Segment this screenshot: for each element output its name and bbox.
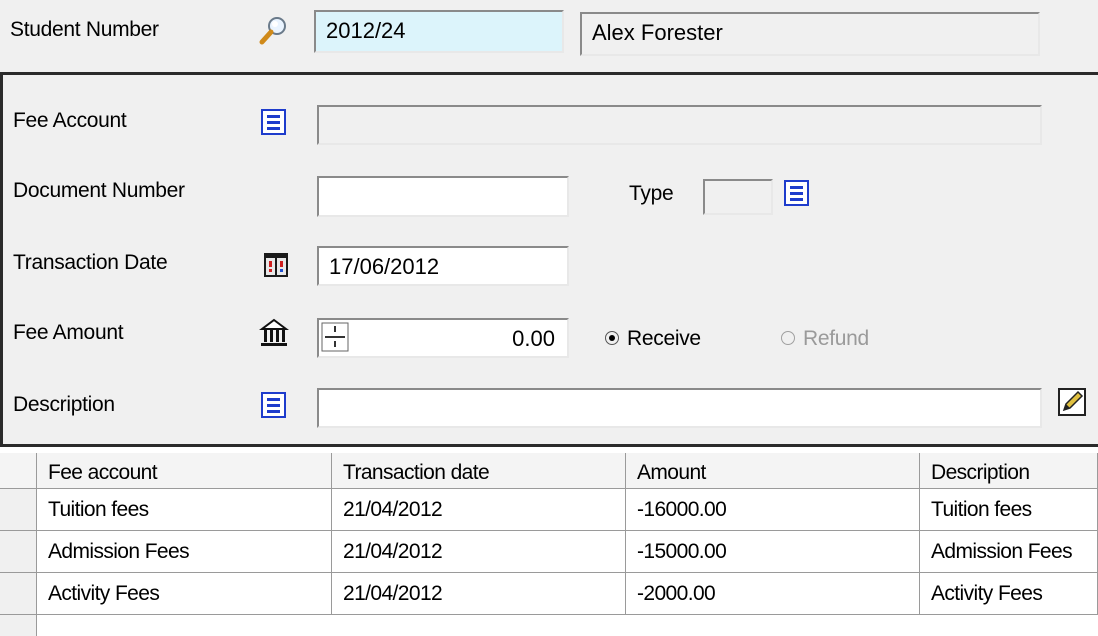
table-cell[interactable]: Admission Fees: [37, 531, 332, 573]
table-cell[interactable]: -15000.00: [626, 531, 920, 573]
refund-label: Refund: [803, 327, 869, 350]
fee-amount-value: 0.00: [512, 326, 555, 351]
fee-account-label: Fee Account: [13, 109, 127, 132]
row-selector[interactable]: [0, 531, 37, 573]
row-selector[interactable]: [0, 489, 37, 531]
table-cell[interactable]: 21/04/2012: [332, 489, 626, 531]
document-number-field[interactable]: [317, 176, 569, 217]
fee-amount-field[interactable]: 0.00: [317, 318, 569, 358]
student-name-field: Alex Forester: [580, 12, 1040, 56]
table-cell[interactable]: Activity Fees: [920, 573, 1098, 615]
document-number-label: Document Number: [13, 179, 185, 202]
column-header-amount[interactable]: Amount: [626, 453, 920, 489]
student-number-label: Student Number: [10, 18, 159, 41]
row-selector[interactable]: [0, 615, 37, 636]
column-header-transaction-date[interactable]: Transaction date: [332, 453, 626, 489]
table-cell[interactable]: Activity Fees: [37, 573, 332, 615]
table-cell[interactable]: Tuition fees: [920, 489, 1098, 531]
student-number-field[interactable]: 2012/24: [314, 10, 564, 53]
table-cell[interactable]: 21/04/2012: [332, 573, 626, 615]
bank-icon[interactable]: [259, 318, 289, 348]
receive-label[interactable]: Receive: [627, 327, 701, 351]
stepper-icon[interactable]: [321, 322, 349, 352]
column-header-description[interactable]: Description: [920, 453, 1098, 489]
receive-radio[interactable]: [605, 331, 619, 345]
table-cell[interactable]: 21/04/2012: [332, 531, 626, 573]
type-label: Type: [629, 182, 674, 205]
magnifier-icon[interactable]: [258, 14, 290, 46]
transaction-date-field[interactable]: 17/06/2012: [317, 246, 569, 286]
column-header-fee-account[interactable]: Fee account: [37, 453, 332, 489]
transactions-grid: Fee account Transaction date Amount Desc…: [0, 447, 1098, 636]
table-cell[interactable]: Admission Fees: [920, 531, 1098, 573]
fee-account-field: [317, 105, 1042, 145]
description-label: Description: [13, 393, 115, 416]
list-icon[interactable]: [261, 109, 286, 135]
table-cell[interactable]: -2000.00: [626, 573, 920, 615]
description-field[interactable]: [317, 388, 1042, 428]
edit-pencil-icon[interactable]: [1058, 388, 1086, 416]
calendar-icon[interactable]: [263, 252, 289, 278]
student-header-panel: Student Number 2012/24 Alex Forester: [0, 0, 1098, 75]
list-icon[interactable]: [261, 392, 286, 418]
table-cell[interactable]: -16000.00: [626, 489, 920, 531]
transaction-date-label: Transaction Date: [13, 251, 168, 274]
table-cell[interactable]: Tuition fees: [37, 489, 332, 531]
fee-amount-label: Fee Amount: [13, 321, 124, 344]
refund-radio: [781, 331, 795, 345]
row-header-corner: [0, 453, 37, 489]
row-selector[interactable]: [0, 573, 37, 615]
list-icon[interactable]: [784, 180, 809, 206]
fee-entry-form: Fee Account Document Number Type Transac…: [0, 75, 1098, 447]
type-field[interactable]: [703, 179, 773, 215]
